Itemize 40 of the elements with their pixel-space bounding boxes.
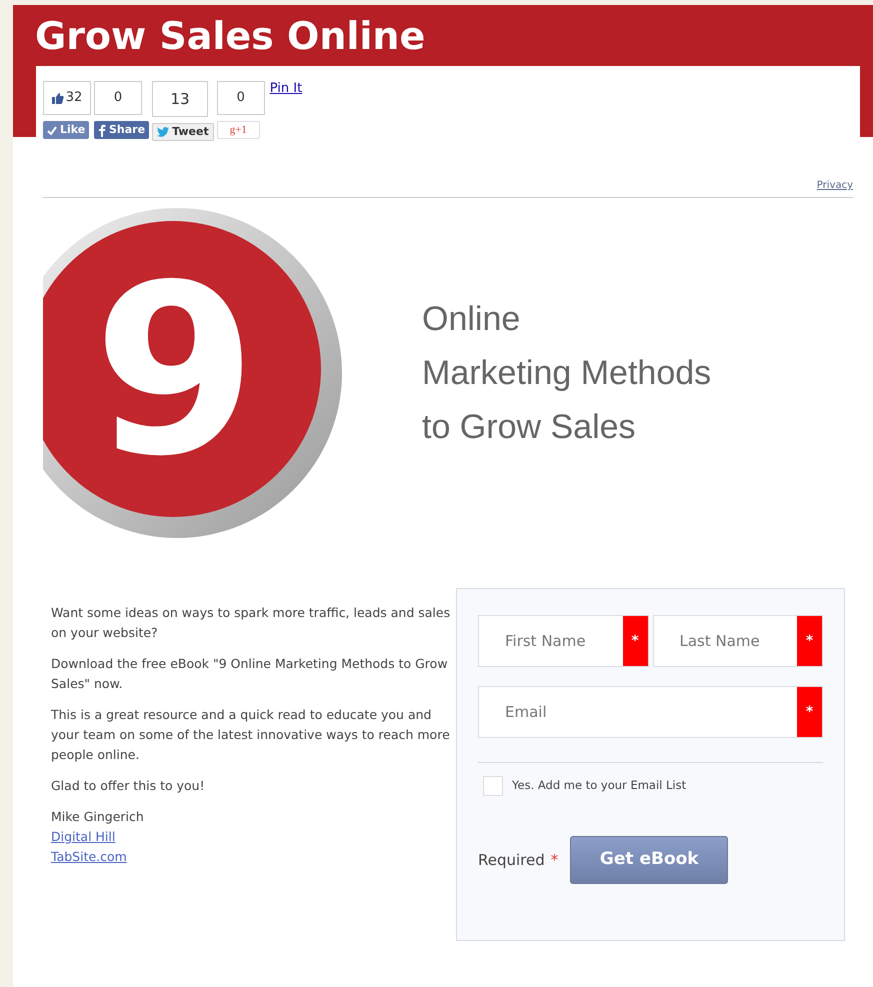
- share-count: 13: [152, 81, 208, 117]
- name-field[interactable]: First Name *: [478, 615, 648, 667]
- checkbox-label: Yes. Add me to your Email List: [512, 777, 686, 794]
- intro-paragraph: Glad to offer this to you!: [51, 777, 206, 795]
- required-asterisk: *: [550, 850, 558, 871]
- like-button[interactable]: Like: [43, 121, 90, 139]
- share-count: 32: [43, 81, 91, 115]
- hero-title-line: Online: [422, 299, 522, 340]
- share-count: 0: [216, 81, 265, 115]
- intro-paragraph: Download the free eBook "9 Online Marketing Methods to Grow Sales" now.: [51, 655, 449, 693]
- bird-icon: [157, 127, 170, 137]
- text-input[interactable]: First Name: [479, 616, 622, 666]
- text-input[interactable]: Last Name: [654, 616, 797, 666]
- privacy-link[interactable]: Privacy: [816, 178, 853, 193]
- thumbs-up-icon: [52, 92, 64, 104]
- check-icon: [47, 126, 57, 134]
- hero-title-line: Marketing Methods: [422, 353, 712, 394]
- hero-title-line: to Grow Sales: [422, 407, 637, 448]
- required-note: Required: [478, 850, 545, 871]
- plus-one-button[interactable]: g+1: [216, 121, 260, 139]
- email-field[interactable]: Email *: [478, 686, 823, 738]
- required-marker: *: [797, 687, 822, 737]
- get-ebook-button[interactable]: Get eBook: [570, 836, 728, 884]
- page-title: Grow Sales Online: [35, 16, 426, 54]
- required-marker: *: [797, 616, 822, 666]
- name-field[interactable]: Last Name *: [652, 615, 823, 667]
- intro-paragraph: Want some ideas on ways to spark more traffic, leads and sales on your website?: [51, 604, 451, 642]
- intro-paragraph: This is a great resource and a quick read to educate you and your team on some of the latest innovative ways to reach more people online.: [51, 706, 451, 764]
- facebook-icon: [98, 124, 106, 136]
- required-marker: *: [622, 616, 648, 666]
- author-link[interactable]: TabSite.com: [51, 847, 127, 867]
- text-input[interactable]: Email: [479, 687, 797, 737]
- tweet-button[interactable]: Tweet: [152, 123, 214, 141]
- pin-it-link[interactable]: Pin It: [270, 79, 302, 98]
- share-count: 0: [94, 81, 142, 115]
- email-list-checkbox[interactable]: [483, 776, 503, 796]
- author-name: Mike Gingerich: [51, 808, 144, 826]
- badge-number: 9: [93, 235, 257, 508]
- author-link[interactable]: Digital Hill: [51, 827, 116, 847]
- share-button[interactable]: Share: [94, 121, 150, 139]
